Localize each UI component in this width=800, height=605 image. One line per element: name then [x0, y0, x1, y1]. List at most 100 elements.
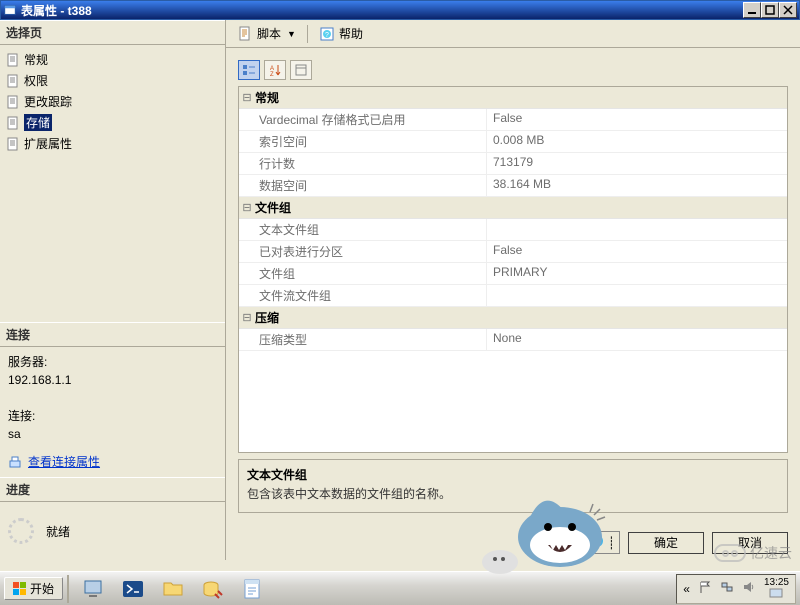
page-item-extended-properties[interactable]: 扩展属性 — [2, 133, 223, 154]
property-row[interactable]: 行计数713179 — [239, 153, 787, 175]
page-item-general[interactable]: 常规 — [2, 49, 223, 70]
select-page-header: 选择页 — [0, 20, 225, 45]
tray-arrow-icon[interactable]: « — [683, 582, 690, 596]
property-row[interactable]: 索引空间0.008 MB — [239, 131, 787, 153]
page-label: 权限 — [24, 72, 48, 89]
start-button[interactable]: 开始 — [4, 577, 63, 600]
windows-flag-icon — [13, 582, 26, 595]
window-title: 表属性 - t388 — [21, 2, 743, 19]
description-title: 文本文件组 — [247, 466, 779, 483]
progress-status: 就绪 — [46, 523, 70, 540]
page-item-change-tracking[interactable]: 更改跟踪 — [2, 91, 223, 112]
connection-header: 连接 — [0, 322, 225, 347]
prop-value: False — [487, 109, 787, 130]
collapse-icon[interactable]: ⊟ — [239, 201, 255, 214]
view-connection-link[interactable]: 查看连接属性 — [8, 453, 217, 471]
ime-lang: CH — [544, 536, 566, 550]
page-icon — [6, 116, 20, 130]
page-icon — [6, 53, 20, 67]
taskbar-separator — [67, 575, 69, 603]
server-manager-icon[interactable] — [79, 575, 107, 603]
page-list: 常规 权限 更改跟踪 存储 扩展属性 — [0, 45, 225, 158]
property-wrapper: AZ ⊟ 常规 Vardecimal 存储格式已启用False 索引空间0.00… — [226, 48, 800, 525]
categorized-view-button[interactable] — [238, 60, 260, 80]
cancel-button[interactable]: 取消 — [712, 532, 788, 554]
collapse-icon[interactable]: ⊟ — [239, 91, 255, 104]
property-row[interactable]: 文本文件组 — [239, 219, 787, 241]
category-header-filegroup[interactable]: ⊟ 文件组 — [239, 197, 787, 219]
ime-indicator[interactable]: CH ? ┊ — [539, 531, 620, 554]
svg-text:?: ? — [594, 537, 599, 547]
dialog-buttons: CH ? ┊ 确定 取消 — [226, 525, 800, 560]
page-item-permissions[interactable]: 权限 — [2, 70, 223, 91]
spinner-icon — [8, 518, 34, 544]
chevron-down-icon: ▼ — [287, 29, 296, 39]
prop-name: 数据空间 — [239, 175, 487, 196]
view-connection-label: 查看连接属性 — [28, 453, 100, 471]
network-icon[interactable] — [720, 580, 734, 597]
prop-value: 713179 — [487, 153, 787, 174]
left-panel: 选择页 常规 权限 更改跟踪 存储 扩展属性 连接 — [0, 20, 226, 560]
connection-body: 服务器: 192.168.1.1 连接: sa 查看连接属性 — [0, 347, 225, 477]
property-pages-button[interactable] — [290, 60, 312, 80]
powershell-icon[interactable] — [119, 575, 147, 603]
prop-name: 文本文件组 — [239, 219, 487, 240]
property-row[interactable]: Vardecimal 存储格式已启用False — [239, 109, 787, 131]
right-panel: 脚本 ▼ ? 帮助 AZ — [226, 20, 800, 560]
title-bar: 表属性 - t388 — [0, 0, 800, 20]
notepad-icon[interactable] — [239, 575, 267, 603]
connection-label: 连接: — [8, 407, 217, 425]
property-grid-toolbar: AZ — [238, 60, 788, 80]
toolbar-separator — [307, 25, 308, 43]
prop-name: Vardecimal 存储格式已启用 — [239, 109, 487, 130]
page-icon — [6, 95, 20, 109]
progress-header: 进度 — [0, 477, 225, 502]
prop-name: 文件流文件组 — [239, 285, 487, 306]
prop-name: 压缩类型 — [239, 329, 487, 350]
category-header-general[interactable]: ⊟ 常规 — [239, 87, 787, 109]
system-tray: « 13:25 — [676, 574, 796, 604]
collapse-icon[interactable]: ⊟ — [239, 311, 255, 324]
help-label: 帮助 — [339, 25, 363, 42]
property-row[interactable]: 文件组PRIMARY — [239, 263, 787, 285]
ssms-icon[interactable] — [199, 575, 227, 603]
sound-icon[interactable] — [742, 580, 756, 597]
category-header-compression[interactable]: ⊟ 压缩 — [239, 307, 787, 329]
page-item-storage[interactable]: 存储 — [2, 112, 223, 133]
svg-text:Z: Z — [270, 72, 274, 77]
description-text: 包含该表中文本数据的文件组的名称。 — [247, 485, 779, 502]
prop-name: 索引空间 — [239, 131, 487, 152]
desktop-peek-icon — [769, 588, 783, 601]
minimize-button[interactable] — [743, 2, 761, 18]
property-row[interactable]: 已对表进行分区False — [239, 241, 787, 263]
close-button[interactable] — [779, 2, 797, 18]
prop-value: PRIMARY — [487, 263, 787, 284]
property-row[interactable]: 数据空间38.164 MB — [239, 175, 787, 197]
help-button[interactable]: ? 帮助 — [314, 22, 368, 45]
category-label: 常规 — [255, 87, 279, 108]
property-grid[interactable]: ⊟ 常规 Vardecimal 存储格式已启用False 索引空间0.008 M… — [238, 86, 788, 453]
start-label: 开始 — [30, 580, 54, 597]
page-icon — [6, 74, 20, 88]
server-value: 192.168.1.1 — [8, 371, 217, 389]
property-row[interactable]: 压缩类型None — [239, 329, 787, 351]
script-icon — [237, 26, 253, 42]
property-row[interactable]: 文件流文件组 — [239, 285, 787, 307]
maximize-button[interactable] — [761, 2, 779, 18]
ok-button[interactable]: 确定 — [628, 532, 704, 554]
description-panel: 文本文件组 包含该表中文本数据的文件组的名称。 — [238, 459, 788, 513]
script-button[interactable]: 脚本 ▼ — [232, 22, 301, 45]
alphabetical-view-button[interactable]: AZ — [264, 60, 286, 80]
prop-value — [487, 285, 787, 306]
prop-value — [487, 219, 787, 240]
flag-icon[interactable] — [698, 580, 712, 597]
explorer-icon[interactable] — [159, 575, 187, 603]
category-label: 压缩 — [255, 307, 279, 328]
keyboard-icon — [570, 535, 586, 550]
clock[interactable]: 13:25 — [764, 577, 789, 601]
page-label: 扩展属性 — [24, 135, 72, 152]
page-label: 存储 — [24, 114, 52, 131]
separator-icon: ┊ — [608, 536, 615, 550]
prop-value: 0.008 MB — [487, 131, 787, 152]
help-icon: ? — [319, 26, 335, 42]
